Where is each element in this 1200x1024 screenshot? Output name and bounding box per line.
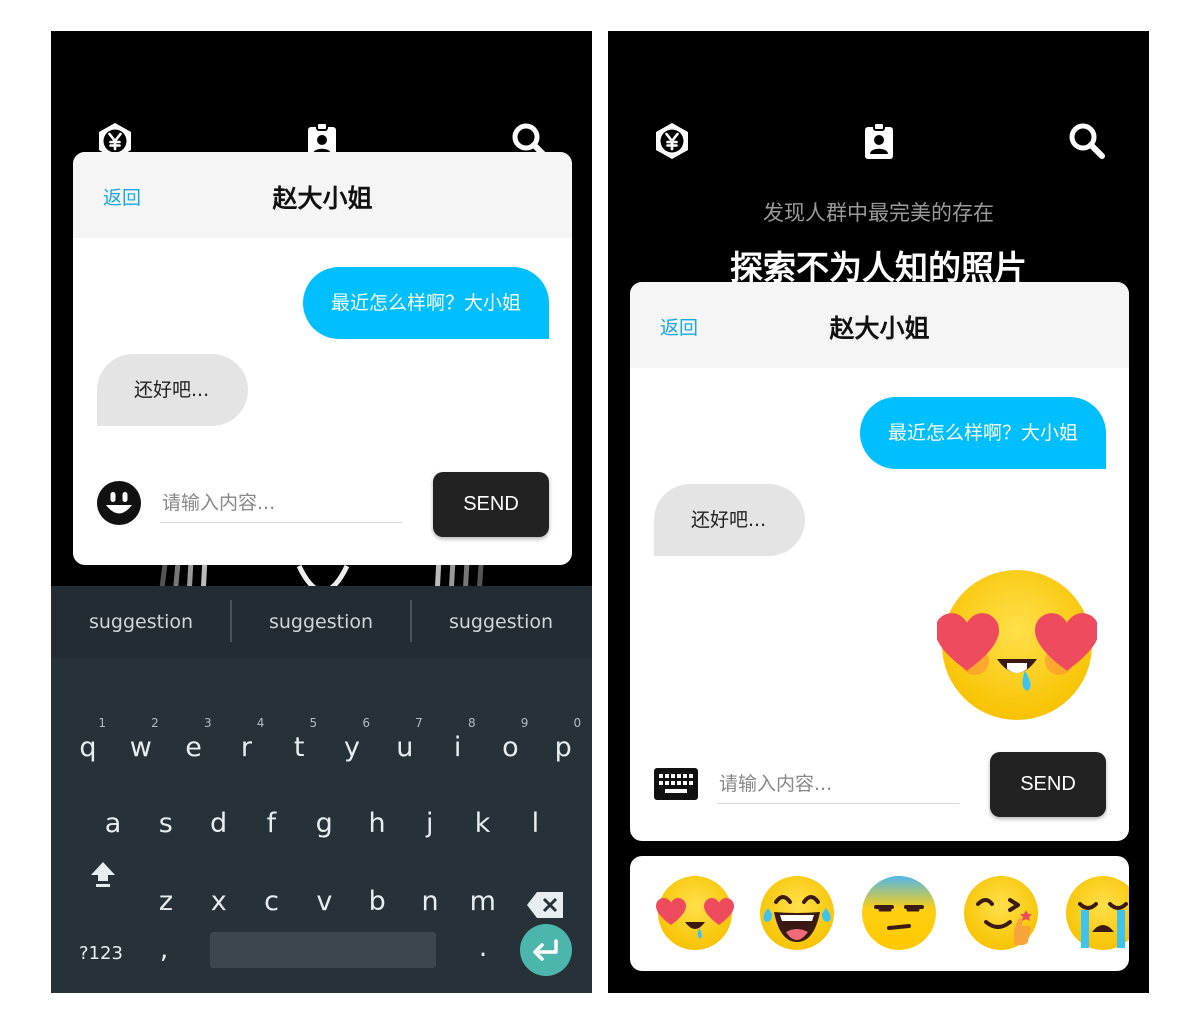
key-k[interactable]: k: [459, 796, 507, 852]
id-badge-icon[interactable]: [859, 121, 899, 161]
send-button[interactable]: SEND: [433, 472, 549, 537]
space-key[interactable]: [210, 932, 436, 968]
tears-of-joy-emoji[interactable]: [758, 874, 836, 952]
key-b[interactable]: b: [353, 874, 401, 930]
suggestion-item[interactable]: suggestion: [231, 586, 411, 658]
chat-card: 返回 赵大小姐 最近怎么样啊？大小姐 还好吧... SEND: [73, 152, 572, 565]
key-c[interactable]: c: [248, 874, 296, 930]
enter-icon: [533, 939, 558, 961]
key-x[interactable]: x: [195, 874, 243, 930]
key-n[interactable]: n: [406, 874, 454, 930]
key-e[interactable]: e3: [170, 716, 218, 776]
key-hint: 9: [520, 716, 529, 730]
hero-subtitle: 发现人群中最完美的存在: [763, 201, 994, 225]
message-incoming: 还好吧...: [654, 484, 805, 556]
key-d[interactable]: d: [195, 796, 243, 852]
message-input[interactable]: [717, 764, 959, 804]
keyboard-suggestion-bar: suggestion suggestion suggestion: [51, 586, 592, 658]
key-h[interactable]: h: [353, 796, 401, 852]
key-l[interactable]: l: [511, 796, 559, 852]
key-hint: 1: [98, 716, 106, 730]
message-incoming: 还好吧...: [97, 354, 248, 426]
key-s[interactable]: s: [142, 796, 190, 852]
key-v[interactable]: v: [300, 874, 348, 930]
emoji-toggle-icon[interactable]: [96, 480, 142, 526]
wink-thumbs-up-emoji[interactable]: [962, 874, 1040, 952]
chat-header: 返回 赵大小姐: [630, 282, 1129, 368]
key-p[interactable]: p0: [539, 716, 587, 776]
key-hint: 2: [151, 716, 159, 730]
enter-key[interactable]: [520, 924, 572, 976]
send-button[interactable]: SEND: [990, 752, 1106, 817]
key-w[interactable]: w2: [117, 716, 165, 776]
key-hint: 3: [203, 716, 212, 730]
key-hint: 4: [256, 716, 265, 730]
message-input[interactable]: [160, 483, 402, 523]
search-icon[interactable]: [1067, 121, 1107, 161]
crying-emoji[interactable]: [1064, 874, 1129, 952]
key-o[interactable]: o9: [486, 716, 534, 776]
keyboard: q1w2e3r4t5y6u7i8o9p0 asdfghjkl zxcvbnm ?…: [51, 658, 592, 993]
suggestion-item[interactable]: suggestion: [411, 586, 591, 658]
symbols-key[interactable]: ?123: [77, 926, 125, 982]
key-i[interactable]: i8: [434, 716, 482, 776]
key-g[interactable]: g: [300, 796, 348, 852]
phone-screen-chat-emoji: 发现人群中最完美的存在 探索不为人知的照片 返回 赵大小姐 最近怎么样啊？大小姐…: [608, 31, 1149, 993]
key-hint: 8: [467, 716, 476, 730]
chat-card: 返回 赵大小姐 最近怎么样啊？大小姐 还好吧... SEND: [630, 282, 1129, 841]
heart-eyes-emoji[interactable]: [656, 874, 734, 952]
key-hint: 5: [309, 716, 318, 730]
chat-header: 返回 赵大小姐: [73, 152, 572, 238]
key-t[interactable]: t5: [275, 716, 323, 776]
key-hint: 7: [415, 716, 423, 730]
keyboard-toggle-icon[interactable]: [653, 767, 699, 801]
comma-key[interactable]: ,: [140, 922, 188, 978]
key-r[interactable]: r4: [222, 716, 270, 776]
yen-hexagon-icon[interactable]: [652, 121, 692, 161]
period-key[interactable]: .: [459, 920, 507, 976]
key-a[interactable]: a: [89, 796, 137, 852]
chat-title: 赵大小姐: [272, 184, 373, 213]
phone-screen-chat-keyboard: 返回 赵大小姐 最近怎么样啊？大小姐 还好吧... SEND suggestio…: [51, 31, 592, 993]
key-y[interactable]: y6: [328, 716, 376, 776]
backspace-icon[interactable]: [526, 889, 566, 921]
shift-icon[interactable]: [87, 858, 119, 890]
message-outgoing: 最近怎么样啊？大小姐: [859, 397, 1106, 469]
suggestion-item[interactable]: suggestion: [51, 586, 231, 658]
chat-title: 赵大小姐: [829, 314, 930, 343]
emoji-tray: [630, 856, 1129, 971]
unamused-emoji[interactable]: [860, 874, 938, 952]
heart-eyes-drool-emoji: [937, 565, 1097, 725]
key-hint: 6: [362, 716, 370, 730]
key-j[interactable]: j: [406, 796, 454, 852]
key-q[interactable]: q1: [64, 716, 112, 776]
key-f[interactable]: f: [247, 796, 295, 852]
key-hint: 0: [573, 716, 582, 730]
message-outgoing: 最近怎么样啊？大小姐: [302, 267, 549, 339]
key-u[interactable]: u7: [381, 716, 429, 776]
